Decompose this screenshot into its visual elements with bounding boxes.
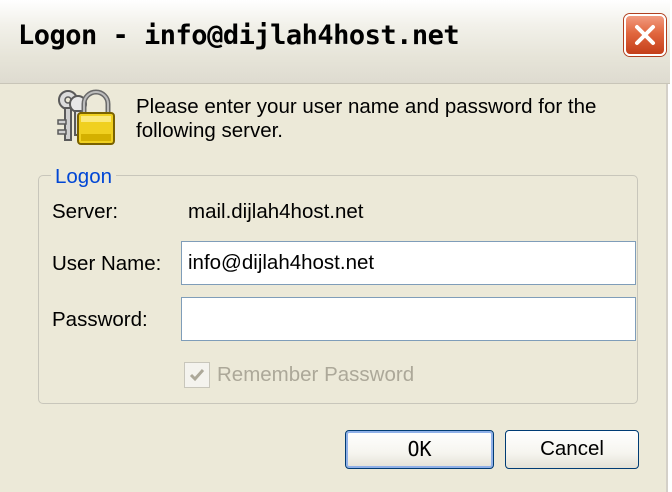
server-value: mail.dijlah4host.net bbox=[188, 200, 364, 223]
username-label: User Name: bbox=[52, 252, 162, 275]
groupbox-title: Logon bbox=[51, 165, 117, 189]
remember-password-label[interactable]: Remember Password bbox=[217, 362, 414, 388]
instruction-text: Please enter your user name and password… bbox=[136, 95, 597, 142]
password-input[interactable] bbox=[181, 297, 636, 341]
close-button[interactable] bbox=[624, 14, 666, 56]
title-bar[interactable]: Logon - info@dijlah4host.net bbox=[0, 0, 670, 84]
checkmark-icon bbox=[189, 369, 205, 382]
server-label: Server: bbox=[52, 200, 119, 223]
cancel-button[interactable]: Cancel bbox=[505, 430, 639, 469]
username-input[interactable] bbox=[181, 241, 636, 285]
remember-password-checkbox[interactable] bbox=[184, 362, 210, 388]
cancel-button-label: Cancel bbox=[540, 437, 604, 460]
window-title: Logon - info@dijlah4host.net bbox=[18, 20, 460, 51]
close-x-icon bbox=[635, 25, 655, 45]
password-label: Password: bbox=[52, 308, 148, 331]
logon-dialog: Logon - info@dijlah4host.net Please ente… bbox=[0, 0, 670, 492]
keys-padlock-icon bbox=[57, 89, 115, 145]
ok-button-label: OK bbox=[407, 437, 432, 461]
ok-button[interactable]: OK bbox=[345, 430, 494, 469]
